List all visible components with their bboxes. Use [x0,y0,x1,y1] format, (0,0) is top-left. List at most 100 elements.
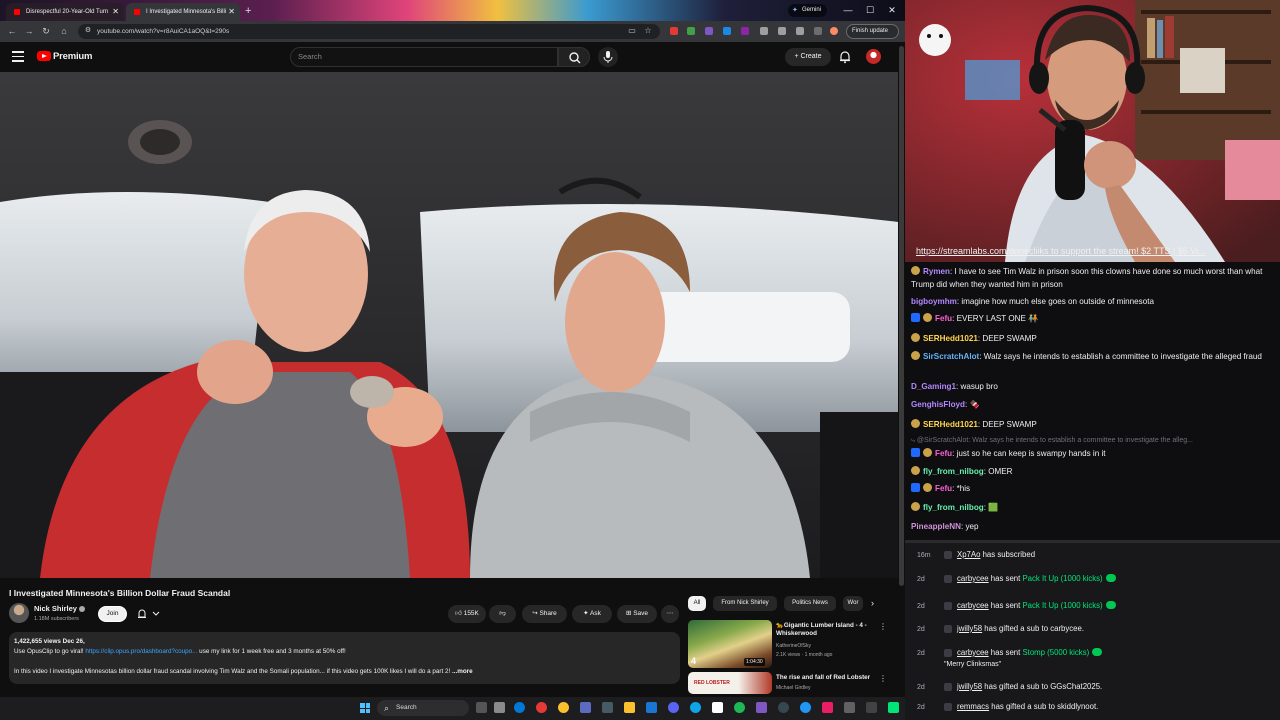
back-icon[interactable]: ← [5,24,19,38]
video-description[interactable] [9,632,680,684]
chat-username[interactable]: fly_from_nilbog [923,467,984,476]
more-actions-button[interactable]: ⋯ [661,605,679,623]
finish-update-button[interactable]: Finish update [846,24,900,39]
extension-icon[interactable] [723,27,731,35]
taskbar-app-icon[interactable] [822,702,833,713]
chat-username[interactable]: Fefu [935,449,952,458]
chrome-icon[interactable] [558,702,569,713]
chat-username[interactable]: Rymen [923,267,950,276]
user-avatar[interactable] [866,49,881,64]
taskbar-app-icon[interactable] [602,702,613,713]
site-info-icon[interactable]: ⚙ [81,24,95,38]
chip-politics-news[interactable]: Politics News [784,596,836,611]
menu-icon[interactable] [12,51,24,62]
more-options-icon[interactable]: ⋮ [879,622,887,631]
extension-icon[interactable] [687,27,695,35]
close-tab-icon[interactable]: ✕ [112,3,119,21]
sidebar-icon[interactable] [778,27,786,35]
chip-all[interactable]: All [688,596,706,611]
youtube-logo-icon[interactable] [37,51,51,61]
youtube-premium-logo[interactable]: Premium [53,51,92,63]
minimize-icon[interactable]: — [837,2,859,18]
close-tab-icon[interactable]: ✕ [228,3,235,21]
chip-more[interactable]: Wor [843,596,863,611]
account-avatar-icon[interactable] [830,27,838,35]
taskbar-app-icon[interactable] [778,702,789,713]
taskbar-app-icon[interactable] [580,702,591,713]
download-icon[interactable] [796,27,804,35]
event-username[interactable]: carbycee [957,648,989,657]
extensions-puzzle-icon[interactable] [760,27,768,35]
profile-icon[interactable] [814,27,822,35]
page-scrollbar[interactable] [899,46,904,586]
join-button[interactable]: Join [98,606,127,622]
event-username[interactable]: carbycee [957,601,989,610]
home-icon[interactable]: ⌂ [57,24,71,38]
task-view-icon[interactable] [476,702,487,713]
chat-username[interactable]: PineappleNN [911,522,961,531]
extension-icon[interactable] [705,27,713,35]
browser-tab[interactable]: Disrespectful 20-Year-Old Turn ✕ [6,3,124,21]
chat-username[interactable]: SirScratchAlot [923,352,979,361]
taskbar-app-icon[interactable] [756,702,767,713]
chevron-right-icon[interactable]: › [871,598,874,609]
taskbar-app-icon[interactable] [494,702,505,713]
chat-username[interactable]: fly_from_nilbog [923,503,984,512]
search-input[interactable] [290,47,558,67]
chat-username[interactable]: D_Gaming1 [911,382,956,391]
create-button[interactable]: + Create [785,48,831,66]
recommendation-title[interactable]: The rise and fall of Red Lobster [776,674,878,682]
kick-icon[interactable] [888,702,899,713]
channel-name[interactable]: Nick Shirley [34,604,77,614]
file-explorer-icon[interactable] [624,702,635,713]
notifications-bell-icon[interactable] [838,50,852,64]
chat-username[interactable]: SERHedd1021 [923,334,978,343]
chat-username[interactable]: Fefu [935,314,952,323]
forward-icon[interactable]: → [22,24,36,38]
chat-username[interactable]: bigboymhm [911,297,957,306]
taskbar-app-icon[interactable] [800,702,811,713]
event-username[interactable]: jwilly58 [957,624,982,633]
taskbar-app-icon[interactable] [690,702,701,713]
spotify-icon[interactable] [734,702,745,713]
discord-icon[interactable] [668,702,679,713]
like-button[interactable]: 👍︎ 155K [448,605,486,623]
event-username[interactable]: carbycee [957,574,989,583]
recommendation-channel[interactable]: Michael Girdley [776,685,810,692]
channel-avatar[interactable] [9,603,29,623]
voice-search-button[interactable] [598,47,618,67]
dislike-button[interactable]: 👎︎ [489,605,516,623]
video-player[interactable] [0,72,898,578]
browser-tab-active[interactable]: I Investigated Minnesota's Billi ✕ [126,3,240,21]
gemini-button[interactable]: Gemini [788,4,828,17]
install-icon[interactable]: ▭ [625,24,639,38]
extension-icon[interactable] [741,27,749,35]
extension-icon[interactable] [670,27,678,35]
taskbar-app-icon[interactable] [844,702,855,713]
maximize-icon[interactable]: ☐ [859,2,881,18]
recommendation-title[interactable]: 🐆Gigantic Lumber Island - 4 - Whiskerwoo… [776,622,878,638]
description-link[interactable]: https://clip.opus.pro/dashboard?coupo... [85,648,197,655]
ask-button[interactable]: ✦ Ask [572,605,612,623]
save-button[interactable]: ⊞ Save [617,605,657,623]
subscription-bell-button[interactable] [134,606,164,622]
event-username[interactable]: Xp7Ao [957,550,980,559]
taskbar-app-icon[interactable] [866,702,877,713]
chrome-icon[interactable] [536,702,547,713]
chip-from-channel[interactable]: From Nick Shirley [713,596,777,611]
more-options-icon[interactable]: ⋮ [879,674,887,683]
search-button[interactable] [558,47,590,67]
event-username[interactable]: remmacs [957,702,989,711]
recommendation-channel[interactable]: KatherineOfSky [776,643,811,650]
event-username[interactable]: jwilly58 [957,682,982,691]
bookmark-star-icon[interactable]: ☆ [641,24,655,38]
obs-icon[interactable] [712,702,723,713]
share-button[interactable]: ↪ Share [522,605,567,623]
taskbar-search[interactable]: Search [377,700,469,716]
chat-username[interactable]: GenghisFloyd [911,400,965,409]
show-more-link[interactable]: ...more [452,668,473,675]
chat-username[interactable]: SERHedd1021 [923,420,978,429]
close-window-icon[interactable]: ✕ [881,2,903,18]
reload-icon[interactable]: ↻ [39,24,53,38]
windows-start-icon[interactable] [360,703,370,713]
